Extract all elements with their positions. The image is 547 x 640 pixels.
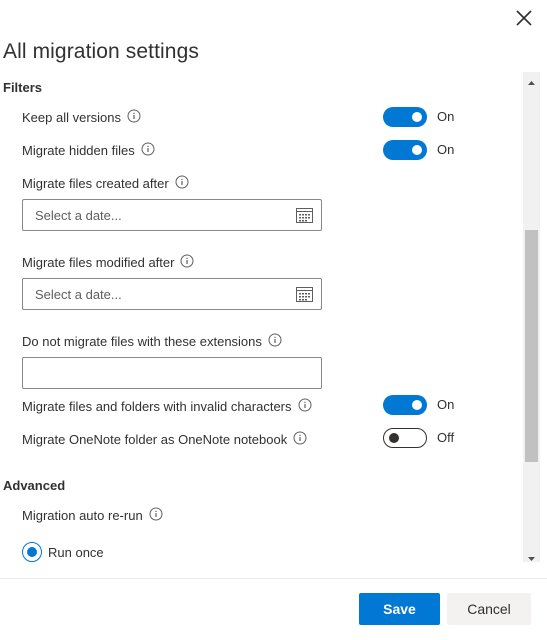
panel-title: All migration settings (3, 40, 199, 63)
run-once-radio[interactable] (22, 542, 42, 562)
modified-after-date-picker[interactable]: Select a date... (22, 278, 322, 310)
created-after-date-picker[interactable]: Select a date... (22, 199, 322, 231)
invalid-chars-label: Migrate files and folders with invalid c… (22, 399, 292, 414)
save-button[interactable]: Save (359, 593, 440, 625)
info-icon[interactable] (298, 398, 312, 415)
scrollbar-thumb[interactable] (525, 230, 538, 462)
modified-after-row: Migrate files modified after (22, 254, 194, 272)
calendar-icon[interactable] (296, 207, 313, 228)
close-button[interactable] (512, 6, 536, 30)
toggle-knob (412, 145, 422, 155)
settings-scroll-area: Filters Keep all versions On Migrate hid… (0, 72, 523, 562)
invalid-chars-state: On (437, 397, 455, 412)
footer-divider (0, 578, 547, 579)
scroll-down-arrow-icon[interactable] (527, 550, 536, 561)
scroll-up-arrow-icon[interactable] (527, 75, 536, 85)
info-icon[interactable] (293, 431, 307, 448)
toggle-knob (412, 112, 422, 122)
modified-after-label: Migrate files modified after (22, 255, 175, 270)
advanced-heading: Advanced (3, 478, 66, 493)
invalid-chars-row: Migrate files and folders with invalid c… (22, 398, 312, 416)
modified-after-placeholder: Select a date... (35, 287, 122, 302)
extensions-input[interactable] (22, 357, 322, 389)
run-once-label[interactable]: Run once (48, 545, 104, 560)
created-after-label: Migrate files created after (22, 176, 169, 191)
migrate-hidden-files-toggle[interactable] (383, 140, 427, 160)
migrate-hidden-files-state: On (437, 142, 455, 157)
auto-rerun-row: Migration auto re-run (22, 507, 163, 525)
created-after-row: Migrate files created after (22, 175, 189, 193)
keep-all-versions-state: On (437, 109, 455, 124)
filters-heading: Filters (3, 80, 43, 95)
onenote-label: Migrate OneNote folder as OneNote notebo… (22, 432, 288, 447)
migrate-hidden-files-row: Migrate hidden files (22, 142, 155, 160)
keep-all-versions-toggle[interactable] (383, 107, 427, 127)
info-icon[interactable] (268, 333, 282, 350)
onenote-toggle[interactable] (383, 428, 427, 448)
extensions-row: Do not migrate files with these extensio… (22, 333, 282, 351)
info-icon[interactable] (180, 254, 194, 271)
info-icon[interactable] (127, 109, 141, 126)
keep-all-versions-row: Keep all versions (22, 109, 141, 127)
invalid-chars-toggle[interactable] (383, 395, 427, 415)
keep-all-versions-label: Keep all versions (22, 110, 121, 125)
toggle-knob (389, 433, 399, 443)
created-after-placeholder: Select a date... (35, 208, 122, 223)
close-icon (516, 10, 532, 26)
info-icon[interactable] (141, 142, 155, 159)
auto-rerun-label: Migration auto re-run (22, 508, 143, 523)
cancel-button[interactable]: Cancel (447, 593, 531, 625)
onenote-state: Off (437, 430, 455, 445)
info-icon[interactable] (175, 175, 189, 192)
migrate-hidden-files-label: Migrate hidden files (22, 143, 135, 158)
info-icon[interactable] (149, 507, 163, 524)
calendar-icon[interactable] (296, 286, 313, 307)
radio-dot (27, 547, 37, 557)
toggle-knob (412, 400, 422, 410)
onenote-row: Migrate OneNote folder as OneNote notebo… (22, 431, 307, 449)
vertical-scrollbar[interactable] (523, 72, 540, 562)
extensions-label: Do not migrate files with these extensio… (22, 334, 262, 349)
